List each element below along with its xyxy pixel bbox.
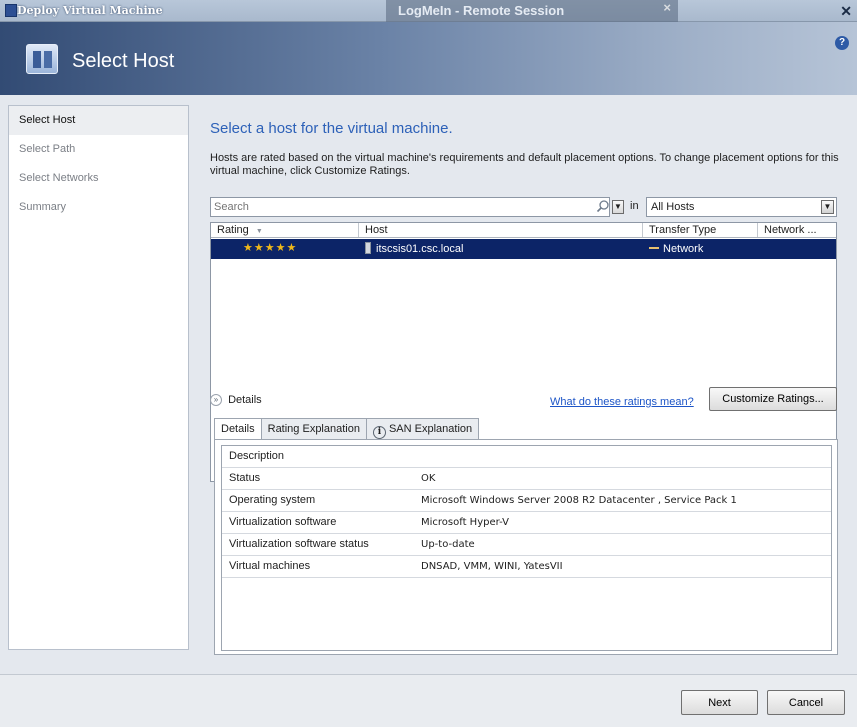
section-description: Hosts are rated based on the virtual mac…: [210, 152, 839, 177]
section-heading: Select a host for the virtual machine.: [210, 120, 453, 137]
tab-details[interactable]: Details: [214, 418, 262, 440]
wizard-steps: Select Host Select Path Select Networks …: [8, 105, 189, 650]
logmein-label: LogMeIn - Remote Session: [398, 3, 565, 18]
search-icon[interactable]: [596, 199, 610, 213]
list-item: Virtualization software Microsoft Hyper-…: [222, 512, 831, 534]
property-value: Microsoft Windows Server 2008 R2 Datacen…: [421, 495, 737, 506]
tab-san-explanation-label: SAN Explanation: [388, 423, 473, 435]
tab-rating-explanation[interactable]: Rating Explanation: [260, 418, 367, 439]
property-key: Status: [229, 472, 261, 484]
list-item: Operating system Microsoft Windows Serve…: [222, 490, 831, 512]
list-item: Virtualization software status Up-to-dat…: [222, 534, 831, 556]
customize-ratings-button[interactable]: Customize Ratings...: [709, 387, 837, 411]
search-input[interactable]: [211, 198, 581, 216]
host-cell: itscsis01.csc.local: [359, 239, 643, 259]
hosts-table-header: Rating ▼ Host Transfer Type Network ...: [211, 223, 836, 238]
column-header-rating-label: Rating: [217, 224, 249, 236]
main-panel: Select a host for the virtual machine. H…: [199, 105, 849, 655]
help-icon[interactable]: ?: [835, 36, 849, 50]
host-scope-select[interactable]: All Hosts ▼: [646, 197, 837, 217]
search-box: [210, 197, 610, 217]
page-title: Select Host: [72, 50, 175, 72]
property-value: DNSAD, VMM, WINI, YatesVII: [421, 561, 563, 572]
step-select-path[interactable]: Select Path: [9, 135, 188, 164]
ratings-help-link[interactable]: What do these ratings mean?: [550, 396, 694, 408]
next-button[interactable]: Next: [681, 690, 758, 715]
column-header-network[interactable]: Network ...: [758, 223, 836, 237]
logmein-close-icon[interactable]: ×: [663, 0, 671, 15]
chevron-down-icon[interactable]: ▼: [821, 200, 834, 214]
tab-san-explanation[interactable]: i SAN Explanation: [365, 418, 480, 439]
properties-list: Description Status OK Operating system M…: [221, 445, 832, 651]
collapse-chevron-icon[interactable]: »: [210, 394, 222, 407]
host-scope-value: All Hosts: [651, 201, 695, 213]
step-select-networks[interactable]: Select Networks: [9, 164, 188, 193]
property-key: Operating system: [229, 494, 316, 506]
column-header-transfer-type[interactable]: Transfer Type: [643, 223, 758, 237]
window-title: Deploy Virtual Machine: [17, 4, 163, 17]
sort-descending-icon: ▼: [255, 228, 263, 235]
host-name: itscsis01.csc.local: [376, 243, 464, 255]
info-icon: i: [372, 426, 386, 439]
app-icon: [5, 4, 17, 17]
window-close-button[interactable]: ✕: [840, 3, 852, 20]
server-icon: [365, 242, 371, 254]
table-row[interactable]: ★★★★★ itscsis01.csc.local Network: [211, 239, 836, 259]
search-options-dropdown[interactable]: ▼: [612, 200, 624, 214]
search-in-label: in: [630, 200, 639, 212]
property-key: Virtual machines: [229, 560, 311, 572]
list-item: Status OK: [222, 468, 831, 490]
step-select-host[interactable]: Select Host: [9, 106, 188, 135]
network-cell: [758, 239, 836, 259]
properties-header: Description: [222, 446, 831, 468]
property-value: OK: [421, 473, 436, 484]
property-value: Up-to-date: [421, 539, 475, 550]
property-value: Microsoft Hyper-V: [421, 517, 509, 528]
details-panel: Description Status OK Operating system M…: [214, 439, 838, 655]
transfer-type-value: Network: [663, 243, 704, 255]
property-key: Virtualization software: [229, 516, 337, 528]
transfer-type-cell: Network: [643, 239, 758, 259]
header-banner: Select Host ?: [0, 22, 857, 95]
property-key: Virtualization software status: [229, 538, 369, 550]
host-icon: [26, 44, 58, 74]
network-icon: [649, 243, 659, 249]
column-header-host[interactable]: Host: [359, 223, 643, 237]
list-item: Virtual machines DNSAD, VMM, WINI, Yates…: [222, 556, 831, 578]
step-summary[interactable]: Summary: [9, 193, 188, 222]
details-expander-label: Details: [228, 394, 262, 407]
deploy-vm-window: Deploy Virtual Machine ✕ LogMeIn - Remot…: [0, 0, 857, 727]
cancel-button[interactable]: Cancel: [767, 690, 845, 715]
column-header-rating[interactable]: Rating ▼: [211, 223, 359, 237]
rating-stars: ★★★★★: [243, 242, 298, 254]
details-expander[interactable]: » Details: [210, 394, 262, 407]
details-tabs: Details Rating Explanation i SAN Explanat…: [214, 418, 480, 440]
